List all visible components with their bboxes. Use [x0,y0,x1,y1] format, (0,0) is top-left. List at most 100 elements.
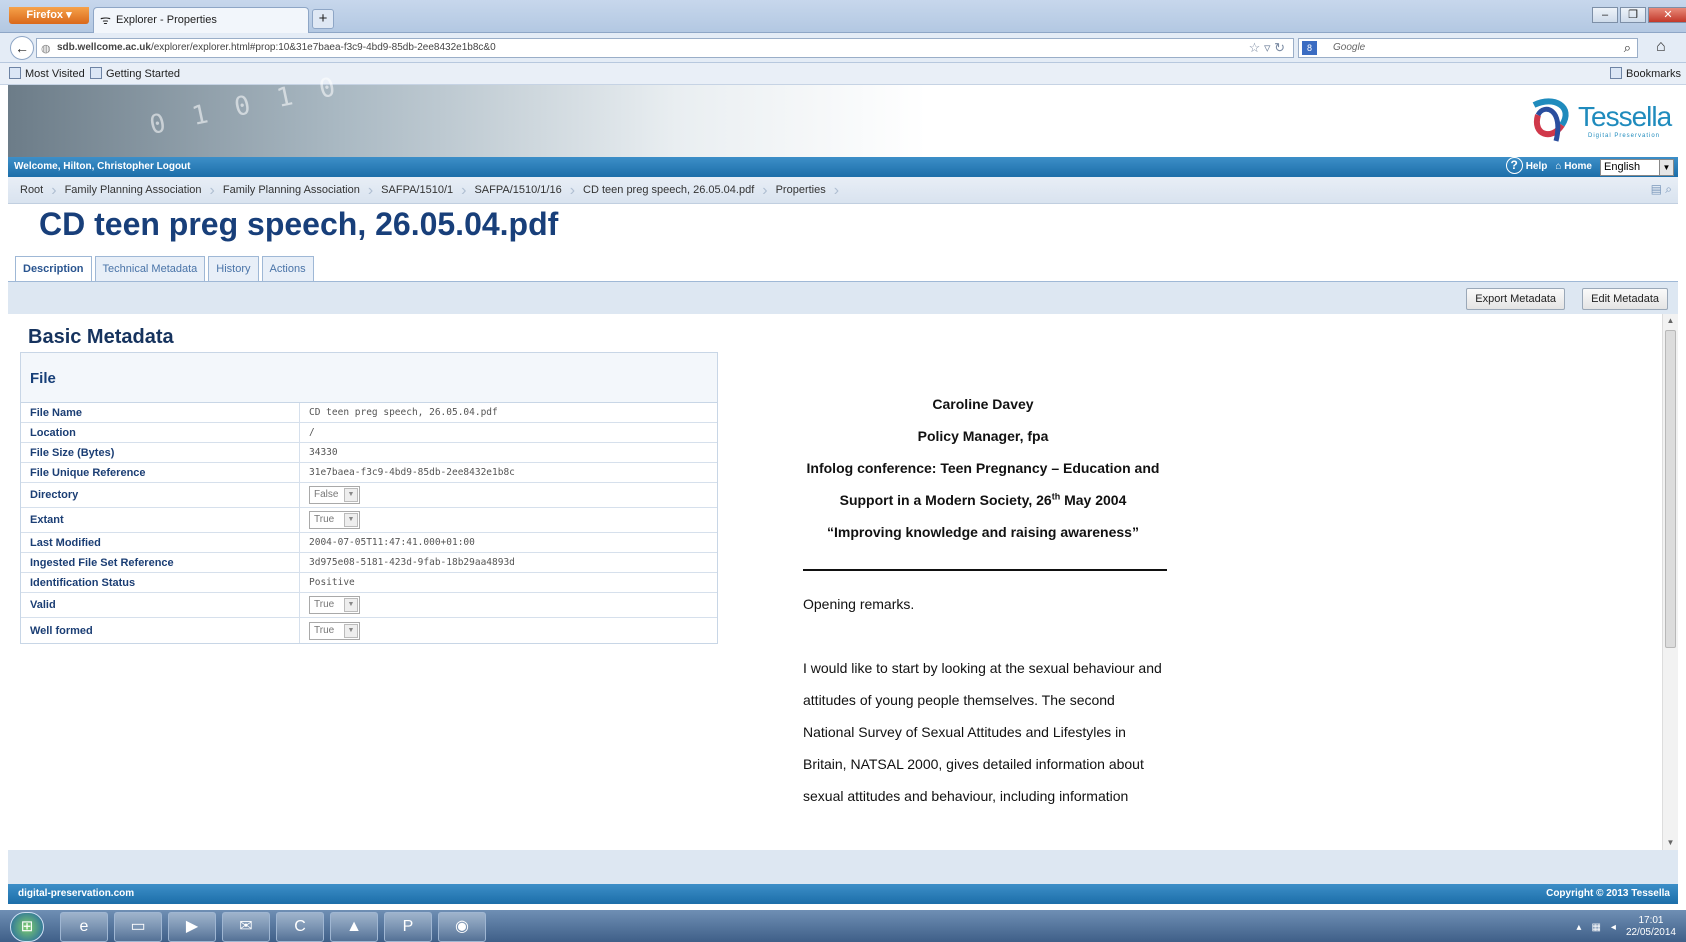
breadcrumb-item[interactable]: Root [12,177,51,204]
breadcrumb-item[interactable]: SAFPA/1510/1 [373,177,461,204]
field-label: Ingested File Set Reference [21,553,300,572]
internet-explorer-icon[interactable]: e [60,912,108,942]
globe-icon: ◍ [41,43,51,55]
image-viewer-icon[interactable]: ▲ [330,912,378,942]
field-label: File Size (Bytes) [21,443,300,462]
bookmark-most-visited[interactable]: Most Visited [9,67,85,80]
volume-icon[interactable]: ◂ [1611,922,1616,933]
metadata-table: File File Name CD teen preg speech, 26.05… [20,352,718,644]
search-placeholder: Google [1333,42,1366,53]
chevron-down-icon: ▼ [344,623,358,638]
table-row: Well formed True ▼ [21,618,717,643]
home-icon: ⌂ [1555,161,1562,172]
table-row: Ingested File Set Reference 3d975e08-5181… [21,553,717,573]
language-select[interactable]: English ▼ [1600,158,1674,176]
media-player-icon[interactable]: ▶ [168,912,216,942]
crumb-tools: ▤ ⌕ [1651,182,1672,197]
help-link[interactable]: ? Help [1505,157,1547,177]
edit-metadata-button[interactable]: Edit Metadata [1582,288,1668,310]
home-icon[interactable]: ⌂ [1656,38,1666,56]
scroll-down-icon[interactable]: ▼ [1663,836,1678,850]
preview-quote: “Improving knowledge and raising awarene… [827,524,1139,540]
chevron-down-icon: ▼ [344,513,358,527]
field-label: Extant [21,508,300,532]
well-formed-select[interactable]: True ▼ [309,621,360,640]
field-label: Directory [21,483,300,507]
clock[interactable]: 17:01 22/05/2014 [1626,915,1676,939]
close-button[interactable]: ✕ [1648,7,1686,23]
scroll-thumb[interactable] [1665,330,1676,648]
preview-line: Britain, NATSAL 2000, gives detailed inf… [803,756,1144,772]
table-row: Location / [21,423,717,443]
breadcrumb-item[interactable]: SAFPA/1510/1/16 [466,177,569,204]
firefox-menu-button[interactable]: Firefox ▾ [9,7,89,24]
table-row: File Size (Bytes) 34330 [21,443,717,463]
search-bar[interactable]: 8 Google ⌕ [1298,38,1638,58]
tab-technical-metadata[interactable]: Technical Metadata [94,256,206,281]
preview-line: National Survey of Sexual Attitudes and … [803,724,1126,740]
browser-tab[interactable]: ᯤ Explorer - Properties [93,7,309,33]
minimize-button[interactable]: – [1592,7,1618,23]
tab-history[interactable]: History [208,256,259,281]
field-value: / [309,427,315,438]
scroll-up-icon[interactable]: ▲ [1663,314,1678,328]
document-preview: Caroline Davey Policy Manager, fpa Infol… [793,388,1173,812]
bookmarks-menu[interactable]: Bookmarks [1610,67,1681,80]
url-path: /explorer/explorer.html#prop:10&31e7baea… [150,42,496,53]
restore-button[interactable]: ❐ [1620,7,1646,23]
tessella-logo[interactable]: Tessella Digital Preservation [1526,93,1672,149]
tab-actions[interactable]: Actions [261,256,314,281]
page-icon [90,67,102,79]
tray-expand-icon[interactable]: ▴ [1576,922,1581,933]
search-icon[interactable]: ⌕ [1624,39,1631,57]
logout-link[interactable]: Logout [157,161,191,172]
bookmark-folder-icon [9,67,21,79]
ccleaner-icon[interactable]: C [276,912,324,942]
star-icon[interactable]: ☆ [1249,40,1261,55]
export-metadata-button[interactable]: Export Metadata [1466,288,1565,310]
table-row: Valid True ▼ [21,593,717,618]
field-label: Well formed [21,618,300,643]
help-icon: ? [1505,157,1523,174]
url-host: sdb.wellcome.ac.uk [57,42,151,53]
url-bar[interactable]: ◍ sdb.wellcome.ac.uk/explorer/explorer.h… [36,38,1294,58]
user-bar: Welcome, Hilton, Christopher Logout ? Hel… [8,157,1678,177]
file-explorer-icon[interactable]: ▭ [114,912,162,942]
network-icon[interactable]: ▦ [1591,922,1600,933]
reload-icon[interactable]: ↻ [1274,40,1285,55]
list-view-icon[interactable]: ▤ [1651,182,1662,196]
field-value: CD teen preg speech, 26.05.04.pdf [309,407,498,418]
field-label: Valid [21,593,300,617]
search-icon[interactable]: ⌕ [1665,182,1672,196]
field-value: Positive [309,577,355,588]
page-title: CD teen preg speech, 26.05.04.pdf [39,206,559,242]
preview-line: attitudes of young people themselves. Th… [803,692,1115,708]
tab-title: Explorer - Properties [116,14,217,26]
outlook-icon[interactable]: ✉ [222,912,270,942]
bookmark-getting-started[interactable]: Getting Started [90,67,180,80]
breadcrumb-item[interactable]: CD teen preg speech, 26.05.04.pdf [575,177,762,204]
breadcrumb-item[interactable]: Family Planning Association [57,177,210,204]
header-banner: 0 1 0 1 0 Tessella Digital Preservation [8,71,1678,157]
extant-select[interactable]: True ▼ [309,511,360,529]
field-label: Last Modified [21,533,300,552]
directory-select[interactable]: False ▼ [309,486,360,504]
vertical-scrollbar[interactable]: ▲ ▼ [1662,314,1678,850]
table-row: File Unique Reference 31e7baea-f3c9-4bd9-… [21,463,717,483]
google-icon[interactable]: 8 [1302,41,1317,55]
back-arrow-icon[interactable]: ← [10,36,34,60]
field-label: File Name [21,403,300,422]
windows-start-icon[interactable]: ⊞ [10,912,44,942]
dropdown-icon[interactable]: ▿ [1264,40,1271,55]
home-link[interactable]: ⌂ Home [1555,157,1592,177]
description-panel: Basic Metadata File File Name CD teen pre… [8,314,1678,850]
powerpoint-icon[interactable]: P [384,912,432,942]
breadcrumb-item[interactable]: Family Planning Association [215,177,368,204]
preview-conference-date: Support in a Modern Society, 26th May 20… [839,491,1127,508]
new-tab-button[interactable]: + [312,9,334,29]
preview-role: Policy Manager, fpa [917,428,1049,444]
firefox-icon[interactable]: ◉ [438,912,486,942]
valid-select[interactable]: True ▼ [309,596,360,614]
footer-link[interactable]: digital-preservation.com [18,888,134,899]
tab-description[interactable]: Description [15,256,92,282]
